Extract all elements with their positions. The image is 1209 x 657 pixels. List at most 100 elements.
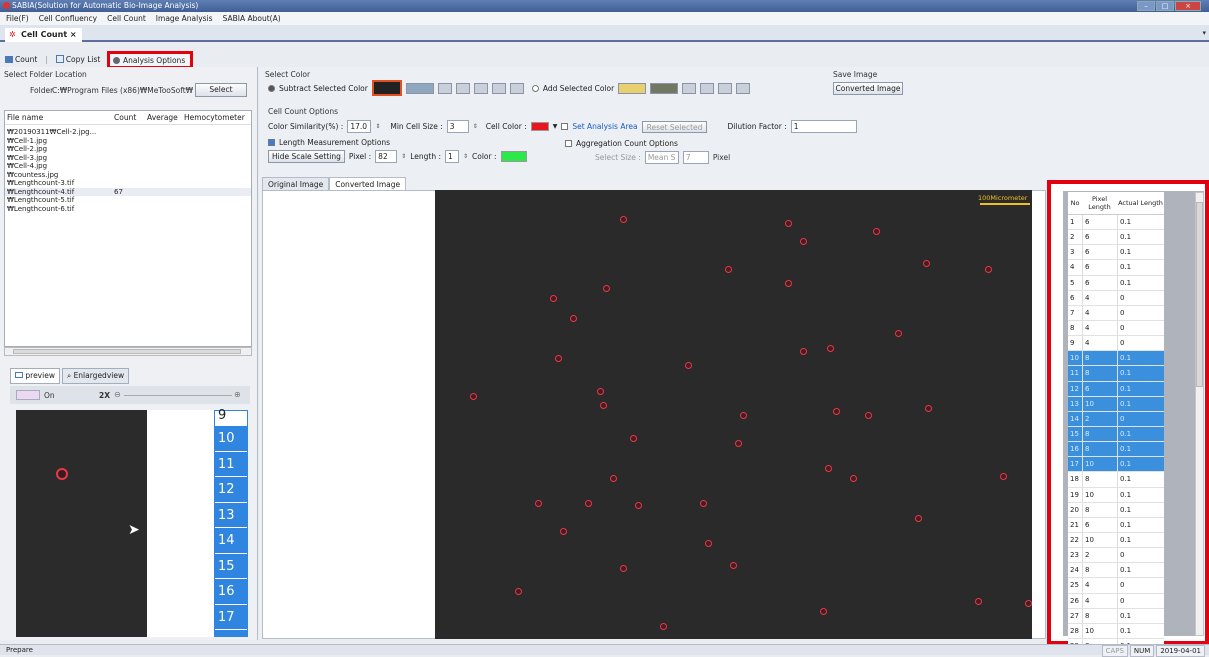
count-button[interactable]: Count xyxy=(3,52,39,66)
add-radio[interactable] xyxy=(531,84,539,92)
add-color-4[interactable] xyxy=(700,82,715,94)
results-row[interactable]: 17 10 0.1 xyxy=(1068,457,1164,473)
file-list-row[interactable]: ₩Lengthcount-4.tif 67 xyxy=(5,187,251,196)
pixel-input[interactable]: 82 xyxy=(375,149,398,163)
add-color-6[interactable] xyxy=(736,82,751,94)
chevron-down-icon[interactable]: ▼ xyxy=(553,123,558,130)
results-row[interactable]: 4 6 0.1 xyxy=(1068,260,1164,276)
results-row[interactable]: 23 2 0 xyxy=(1068,548,1164,564)
results-row[interactable]: 26 4 0 xyxy=(1068,593,1164,609)
similarity-spinner[interactable]: ⇕ xyxy=(375,123,380,130)
subtract-color-2[interactable] xyxy=(405,82,434,94)
tab-enlargedview[interactable]: ⌕ Enlargedview xyxy=(61,368,130,384)
results-row[interactable]: 22 10 0.1 xyxy=(1068,532,1164,549)
hide-scale-setting-button[interactable]: Hide Scale Setting xyxy=(268,149,345,163)
subtract-radio[interactable] xyxy=(268,84,275,92)
results-row[interactable]: 24 8 0.1 xyxy=(1068,563,1164,579)
copy-list-button[interactable]: Copy List xyxy=(54,52,103,66)
min-size-spinner[interactable]: ⇕ xyxy=(473,123,478,130)
file-list-row[interactable]: ₩Cell-2.jpg xyxy=(5,145,251,154)
tab-preview[interactable]: preview xyxy=(10,368,60,384)
add-color-3[interactable] xyxy=(682,82,697,94)
select-size-dropdown[interactable]: Mean S xyxy=(644,150,679,164)
enlarged-preview-image[interactable]: ➤ xyxy=(16,410,147,637)
results-row[interactable]: 1 6 0.1 xyxy=(1068,215,1164,231)
menu-cell-count[interactable]: Cell Count xyxy=(107,12,146,25)
min-size-input[interactable]: 3 xyxy=(446,120,469,133)
chevron-down-icon[interactable]: ▾ xyxy=(1202,29,1206,37)
zoom-slider[interactable] xyxy=(124,395,232,396)
length-spinner[interactable]: ⇕ xyxy=(463,153,468,160)
results-row[interactable]: 940 xyxy=(1068,336,1164,352)
results-row[interactable]: 640 xyxy=(1068,290,1164,306)
length-color-swatch[interactable] xyxy=(500,150,527,162)
add-color-5[interactable] xyxy=(718,82,733,94)
tab-converted-image[interactable]: Converted Image xyxy=(329,177,407,190)
file-list-row[interactable]: ₩Lengthcount-3.tif xyxy=(5,179,251,188)
results-row[interactable]: 25 4 0 xyxy=(1068,578,1164,594)
file-list-row[interactable]: ₩20190311₩Cell-2.jpg... xyxy=(5,128,251,137)
close-button[interactable]: × xyxy=(1175,1,1201,11)
file-list-row[interactable]: ₩countess.jpg xyxy=(5,171,251,180)
set-area-checkbox[interactable] xyxy=(561,123,569,130)
menu-image-analysis[interactable]: Image Analysis xyxy=(156,12,213,25)
menu-about[interactable]: SABIA About(A) xyxy=(223,12,281,25)
subtract-color-6[interactable] xyxy=(491,82,506,94)
subtract-color-4[interactable] xyxy=(455,82,470,94)
tab-cell-count[interactable]: ✲ Cell Count × xyxy=(5,28,82,42)
aggregation-checkbox[interactable] xyxy=(565,140,572,147)
results-row[interactable]: 14 2 0 xyxy=(1068,411,1164,427)
dilution-input[interactable]: 1 xyxy=(790,120,857,133)
results-row[interactable]: 3 6 0.1 xyxy=(1068,245,1164,261)
results-row[interactable]: 2 6 0.1 xyxy=(1068,230,1164,246)
col-pixel-length[interactable]: Pixel Length xyxy=(1082,195,1117,211)
length-input[interactable]: 1 xyxy=(444,149,459,163)
add-color-2[interactable] xyxy=(650,82,679,94)
results-row[interactable]: 15 8 0.1 xyxy=(1068,426,1164,443)
zoom-in-icon[interactable]: ⊕ xyxy=(234,390,241,399)
col-file-name[interactable]: File name xyxy=(5,111,114,124)
maximize-button[interactable]: □ xyxy=(1156,1,1174,11)
file-list-row[interactable]: ₩Cell-3.jpg xyxy=(5,154,251,163)
results-row[interactable]: 16 8 0.1 xyxy=(1068,442,1164,458)
file-list-row[interactable]: ₩Cell-4.jpg xyxy=(5,162,251,171)
col-count[interactable]: Count xyxy=(114,111,147,124)
reset-selected-button[interactable]: Reset Selected xyxy=(641,120,708,133)
zoom-out-icon[interactable]: ⊖ xyxy=(114,390,121,399)
col-average[interactable]: Average xyxy=(147,111,184,124)
set-analysis-area-label[interactable]: Set Analysis Area xyxy=(572,122,637,131)
menu-file[interactable]: File(F) xyxy=(6,12,29,25)
pixel-spinner[interactable]: ⇕ xyxy=(401,153,406,160)
results-row[interactable]: 19 10 0.1 xyxy=(1068,487,1164,503)
file-list-row[interactable]: ₩Cell-1.jpg xyxy=(5,137,251,146)
results-row[interactable]: 18 8 0.1 xyxy=(1068,472,1164,488)
col-no[interactable]: No xyxy=(1068,199,1082,207)
results-row[interactable]: 13 10 0.1 xyxy=(1068,396,1164,412)
add-color-1[interactable] xyxy=(618,82,647,94)
select-folder-button[interactable]: Select xyxy=(195,83,247,97)
results-row[interactable]: 11 8 0.1 xyxy=(1068,366,1164,382)
horizontal-scrollbar[interactable] xyxy=(4,347,252,356)
tab-original-image[interactable]: Original Image xyxy=(262,177,330,190)
length-options-checkbox[interactable] xyxy=(268,139,275,146)
results-row[interactable]: 740 xyxy=(1068,305,1164,321)
subtract-color-3[interactable] xyxy=(437,82,452,94)
results-row[interactable]: 12 6 0.1 xyxy=(1068,381,1164,397)
results-row[interactable]: 20 8 0.1 xyxy=(1068,502,1164,518)
subtract-color-7[interactable] xyxy=(509,82,524,94)
col-hemocytometer[interactable]: Hemocytometer xyxy=(184,111,250,124)
cell-color-swatch[interactable] xyxy=(530,122,549,131)
results-row[interactable]: 21 6 0.1 xyxy=(1068,517,1164,533)
results-row[interactable]: 5 6 0.1 xyxy=(1068,275,1164,291)
results-row[interactable]: 840 xyxy=(1068,320,1164,337)
similarity-input[interactable]: 17.0 xyxy=(347,120,372,133)
file-list-row[interactable]: ₩Lengthcount-6.tif xyxy=(5,205,251,214)
on-toggle[interactable] xyxy=(16,390,40,400)
file-list-row[interactable]: ₩Lengthcount-5.tif xyxy=(5,196,251,205)
results-row[interactable]: 28 10 0.1 xyxy=(1068,623,1164,639)
subtract-color-5[interactable] xyxy=(473,82,488,94)
results-row[interactable]: 10 8 0.1 xyxy=(1068,351,1164,367)
menu-cell-confluency[interactable]: Cell Confluency xyxy=(39,12,97,25)
select-size-input[interactable]: 7 xyxy=(682,150,709,164)
converted-image[interactable] xyxy=(435,190,1032,639)
